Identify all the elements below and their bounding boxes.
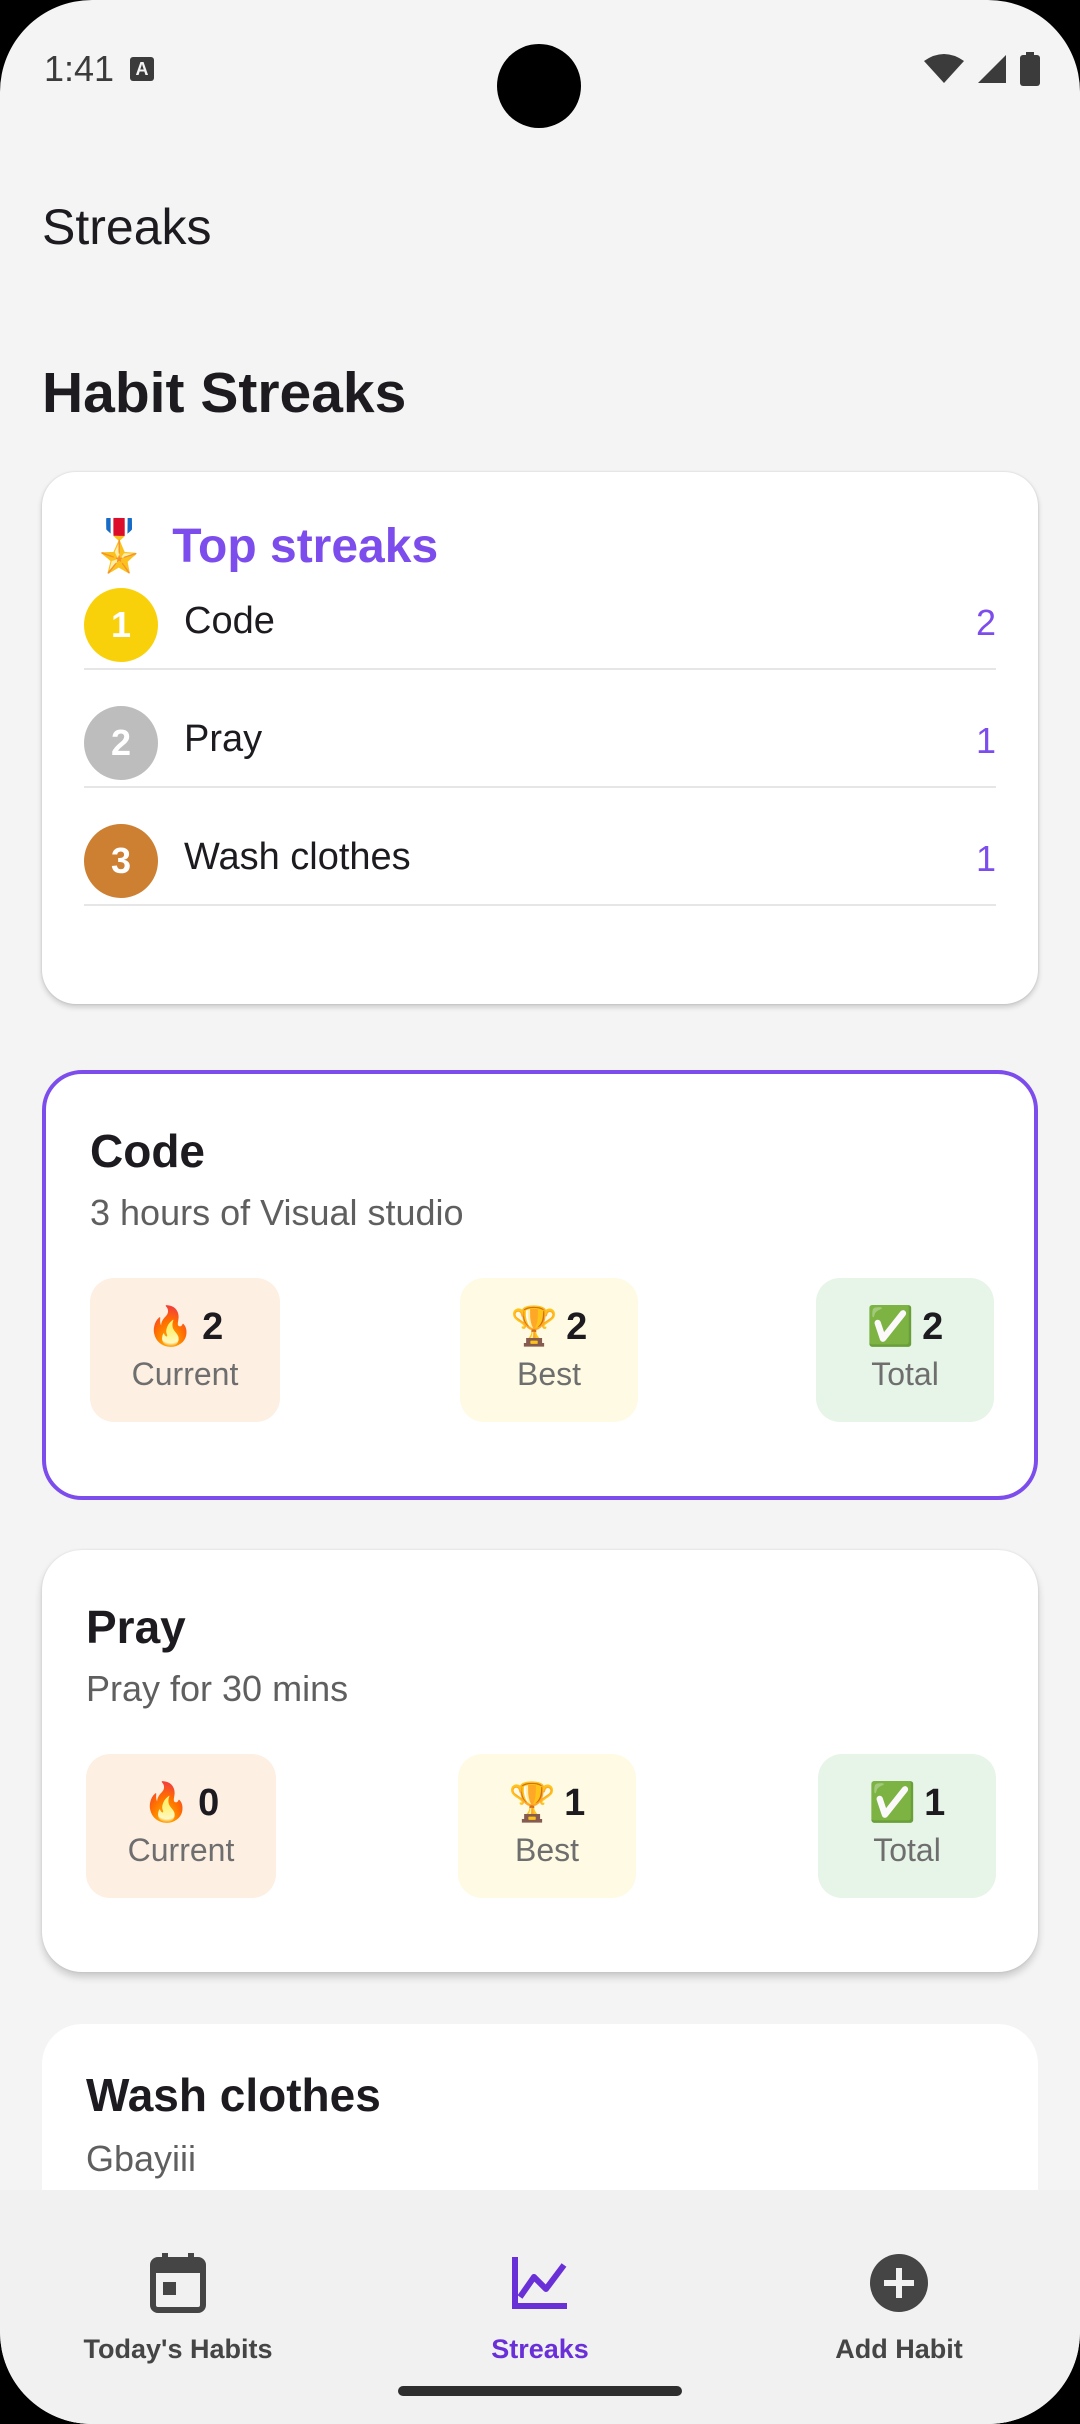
top-streaks-card: 🎖️ Top streaks 1 Code 2 2 Pray 1 3 Wash … [42,472,1038,1004]
habit-name: Code [90,1125,205,1177]
rank-badge: 3 [84,824,158,898]
notification-a-icon: A [130,57,154,81]
page-title: Habit Streaks [42,361,407,425]
signal-icon [978,55,1006,83]
habit-description: 3 hours of Visual studio [90,1192,464,1233]
nav-item-streaks[interactable]: Streaks [390,2248,690,2365]
habit-name: Pray [86,1601,186,1653]
screen: 1:41 A Streaks Habit Streaks 🎖️ Top stre… [0,0,1080,2424]
rank-streak-value: 1 [975,720,996,761]
nav-item-add-habit[interactable]: Add Habit [749,2248,1049,2365]
nav-label: Streaks [491,2334,589,2364]
chart-icon [512,2257,567,2309]
top-streak-row[interactable]: 1 Code 2 [84,552,996,670]
nav-label: Add Habit [835,2334,963,2364]
stat-label: Best [516,1356,582,1392]
home-indicator[interactable] [398,2386,682,2396]
rank-habit-name: Pray [184,718,263,760]
trophy-icon: 🏆 [510,1306,559,1348]
fire-icon: 🔥 [142,1782,191,1824]
stat-label: Current [127,1832,235,1868]
best-streak-value: 2 [566,1306,588,1348]
stat-label: Best [514,1832,580,1868]
rank-badge: 2 [84,706,158,780]
rank-habit-name: Wash clothes [184,836,411,878]
rank-badge: 1 [84,588,158,662]
check-icon: ✅ [868,1782,917,1824]
fire-icon: 🔥 [146,1306,195,1348]
add-circle-icon [870,2254,928,2312]
rank-streak-value: 2 [975,602,996,643]
best-streak-stat: 🏆 2 Best [460,1278,638,1422]
stat-label: Total [871,1356,939,1392]
total-stat: ✅ 1 Total [818,1754,996,1898]
best-streak-value: 1 [564,1782,586,1824]
nav-item-todays-habits[interactable]: Today's Habits [28,2248,328,2365]
current-streak-value: 0 [198,1782,220,1824]
top-streak-row[interactable]: 2 Pray 1 [84,670,996,788]
habit-card-pray[interactable]: Pray Pray for 30 mins 🔥 0 Current 🏆 1 Best… [42,1550,1038,1972]
rank-habit-name: Code [184,600,275,642]
app-bar-title: Streaks [42,199,212,255]
habit-card-code[interactable]: Code 3 hours of Visual studio 🔥 2 Current… [42,1070,1038,1500]
total-value: 1 [924,1782,946,1824]
total-stat: ✅ 2 Total [816,1278,994,1422]
battery-icon [1020,52,1040,86]
habit-description: Pray for 30 mins [86,1668,349,1709]
check-icon: ✅ [866,1306,915,1348]
nav-label: Today's Habits [83,2334,273,2364]
total-value: 2 [922,1306,944,1348]
current-streak-stat: 🔥 0 Current [86,1754,276,1898]
habit-description: Gbayiii [86,2138,197,2179]
camera-cutout [497,44,581,128]
stat-label: Current [131,1356,239,1392]
status-icons [924,52,1040,86]
stat-label: Total [873,1832,941,1868]
status-bar: 1:41 A [0,0,1080,140]
calendar-icon [150,2253,206,2313]
current-streak-stat: 🔥 2 Current [90,1278,280,1422]
wifi-icon [924,54,964,83]
top-streak-row[interactable]: 3 Wash clothes 1 [84,788,996,906]
status-time: 1:41 [44,48,115,89]
trophy-icon: 🏆 [508,1782,557,1824]
current-streak-value: 2 [202,1306,224,1348]
rank-streak-value: 1 [975,838,996,879]
best-streak-stat: 🏆 1 Best [458,1754,636,1898]
habit-name: Wash clothes [86,2069,381,2121]
